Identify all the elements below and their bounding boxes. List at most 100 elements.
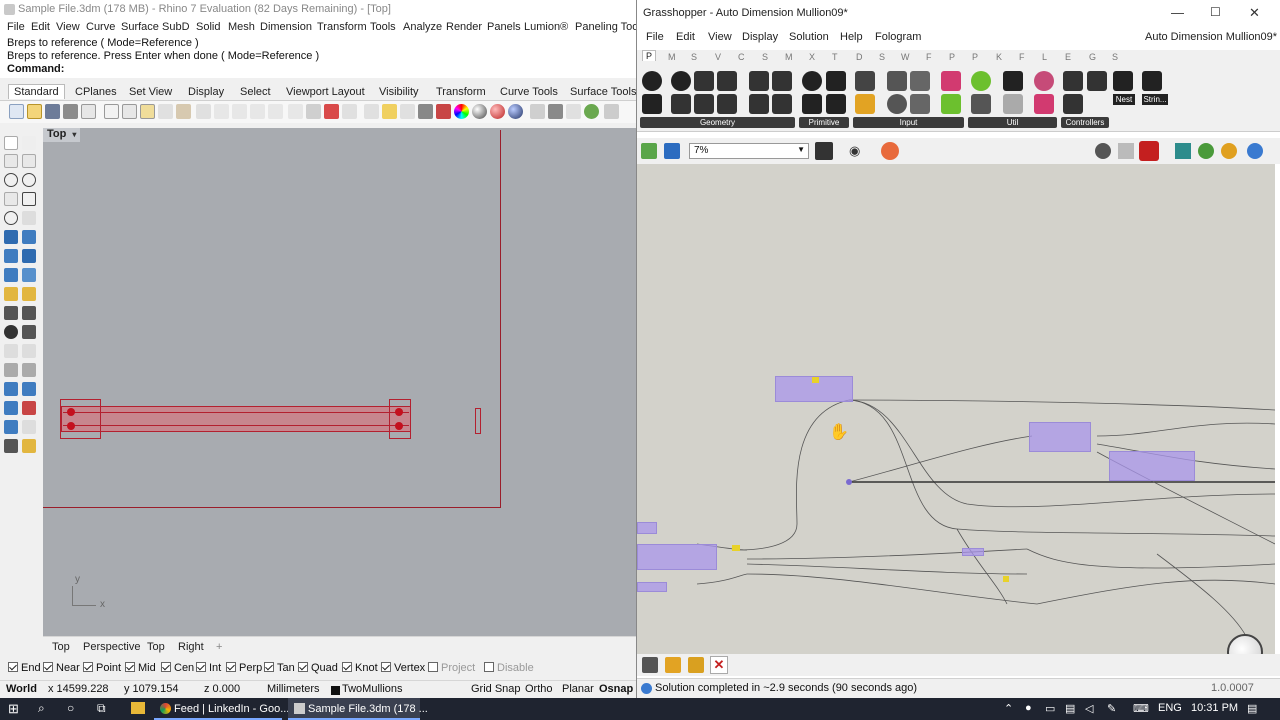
gh-nest-icon[interactable] [1113,71,1133,91]
gh-field-icon[interactable] [717,71,737,91]
gh-gradient-icon[interactable] [941,94,961,114]
menu-lumion[interactable]: Lumion® [524,21,568,33]
osnap-near[interactable]: Near [43,662,80,674]
osnap-disable[interactable]: Disable [484,662,534,674]
rotate-icon[interactable] [288,104,303,119]
gh-tab-params[interactable]: P [642,50,657,61]
close-icon[interactable]: ✕ [1249,5,1260,21]
gh-boolean-param-icon[interactable] [802,71,822,91]
gh-string-icon[interactable] [1142,71,1162,91]
gh-integer-param-icon[interactable] [826,71,846,91]
globe-icon[interactable] [584,104,599,119]
scale-icon[interactable] [22,287,36,301]
named-views-icon[interactable] [364,104,379,119]
gh-surface-param-icon[interactable] [749,94,769,114]
tab-set-view[interactable]: Set View [129,86,172,98]
gh-component-group[interactable] [1029,422,1091,452]
language-indicator[interactable]: ENG [1158,702,1182,714]
gh-group-primitive[interactable]: Primitive [799,117,849,128]
gh-zoom-extents-icon[interactable] [815,142,833,160]
gh-tab-p2[interactable]: P [972,52,978,62]
select-arrow-icon[interactable] [4,136,18,150]
arc-icon[interactable] [4,192,18,206]
top-viewport[interactable]: Top ▾ y x [43,128,636,636]
save-icon[interactable] [45,104,60,119]
gh-value-list-icon[interactable] [910,94,930,114]
move-icon[interactable] [342,104,357,119]
join-icon[interactable] [22,306,36,320]
gh-tab-intersect[interactable]: X [809,52,815,62]
command-prompt[interactable]: Command: [7,63,629,76]
rotate-view-icon[interactable] [196,104,211,119]
add-viewport-tab-icon[interactable]: + [216,641,222,653]
render-sphere-icon[interactable] [472,104,487,119]
gh-bake-icon[interactable] [642,657,658,673]
gh-eraser-icon[interactable] [665,657,681,673]
gh-enable-icon[interactable] [688,657,704,673]
rectangle-icon[interactable] [22,192,36,206]
gh-menu-fologram[interactable]: Fologram [875,31,921,43]
zoom-window-icon[interactable] [232,104,247,119]
gh-nest-label[interactable]: Nest [1113,94,1135,105]
microphone-icon[interactable]: ● [1025,702,1032,714]
surface-icon[interactable] [4,230,18,244]
gh-transform-param-icon[interactable] [717,94,737,114]
tab-cplanes[interactable]: CPlanes [75,86,117,98]
circle-icon[interactable] [4,173,18,187]
tab-display[interactable]: Display [188,86,224,98]
current-layer[interactable]: TwoMullions [342,683,403,695]
gh-material-icon[interactable] [1221,143,1237,159]
copy-icon[interactable] [122,104,137,119]
gh-complex-param-icon[interactable] [826,94,846,114]
gh-open-file-icon[interactable] [641,143,657,159]
gh-number-param-icon[interactable] [802,94,822,114]
gh-tab-g[interactable]: G [1089,52,1096,62]
import-icon[interactable] [81,104,96,119]
taskbar-app-chrome[interactable]: Feed | LinkedIn - Goo... [154,698,289,720]
menu-subd[interactable]: SubD [162,21,190,33]
point-icon[interactable] [22,136,36,150]
boolean-icon[interactable] [4,325,18,339]
object-properties-icon[interactable] [436,104,451,119]
box-solid-icon[interactable] [4,249,18,263]
osnap-quad[interactable]: Quad [298,662,338,674]
freeform-curve-icon[interactable] [22,211,36,225]
gh-component-group[interactable] [962,548,984,556]
cplane-indicator[interactable]: World [6,683,37,695]
pen-icon[interactable]: ✎ [1107,702,1116,715]
gh-group-util[interactable]: Util [968,117,1057,128]
gh-color-swatch-icon[interactable] [941,71,961,91]
maximize-icon[interactable]: ☐ [1210,5,1221,19]
analyze-icon[interactable] [4,420,18,434]
gh-box-param-icon[interactable] [772,71,792,91]
settings-icon[interactable] [548,104,563,119]
gh-menu-solution[interactable]: Solution [789,31,829,43]
gh-panel-icon[interactable] [855,94,875,114]
check-icon[interactable] [22,420,36,434]
keyboard-icon[interactable]: ⌨ [1133,702,1149,715]
gh-data-dam-icon[interactable] [971,94,991,114]
volume-icon[interactable]: ◁ [1085,702,1093,715]
osnap-toggle[interactable]: Osnap [599,683,633,695]
gh-link-icon[interactable] [694,94,714,114]
osnap-cen[interactable]: Cen [161,662,194,674]
menu-surface[interactable]: Surface [121,21,159,33]
gh-canvas[interactable]: ✋ [637,164,1275,654]
grid-icon[interactable] [306,104,321,119]
gh-geometry-icon[interactable] [642,71,662,91]
material-sphere-icon[interactable] [490,104,505,119]
trim-icon[interactable] [22,344,36,358]
pan-hand-icon[interactable] [176,104,191,119]
tab-viewport-layout[interactable]: Viewport Layout [286,86,365,98]
cap-icon[interactable] [4,401,18,415]
lock-icon[interactable] [418,104,433,119]
gh-controller-3-icon[interactable] [1063,94,1083,114]
osnap-point[interactable]: Point [83,662,121,674]
gh-delete-icon[interactable]: ✕ [710,656,728,674]
gh-tab-s[interactable]: S [879,52,885,62]
tray-app-icon[interactable]: ▭ [1045,702,1055,715]
units-indicator[interactable]: Millimeters [267,683,320,695]
polyline-icon[interactable] [4,154,18,168]
gh-tab-f[interactable]: F [926,52,932,62]
planar-toggle[interactable]: Planar [562,683,594,695]
